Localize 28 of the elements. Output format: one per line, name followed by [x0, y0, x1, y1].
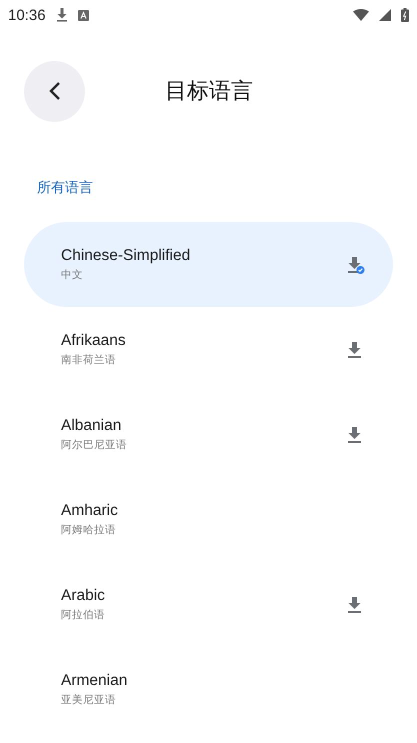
language-name: Amharic	[61, 502, 118, 520]
language-name: Arabic	[61, 587, 105, 605]
downloaded-icon[interactable]	[345, 254, 365, 274]
language-item[interactable]: Armenian 亚美尼亚语	[24, 647, 393, 732]
keyboard-icon	[78, 10, 89, 20]
language-name: Chinese-Simplified	[61, 247, 190, 265]
language-item[interactable]: Arabic 阿拉伯语	[24, 562, 393, 647]
language-item[interactable]: Amharic 阿姆哈拉语	[24, 477, 393, 562]
language-native-name: 中文	[61, 268, 83, 282]
language-native-name: 阿尔巴尼亚语	[61, 438, 127, 452]
language-name: Afrikaans	[61, 332, 126, 350]
wifi-icon	[353, 9, 369, 21]
back-icon	[48, 81, 62, 101]
download-icon	[56, 8, 68, 22]
language-item[interactable]: Afrikaans 南非荷兰语	[24, 307, 393, 392]
language-name: Albanian	[61, 417, 122, 435]
battery-icon	[401, 8, 409, 22]
language-native-name: 南非荷兰语	[61, 353, 116, 367]
language-item[interactable]: Albanian 阿尔巴尼亚语	[24, 392, 393, 477]
language-native-name: 阿姆哈拉语	[61, 523, 116, 537]
language-native-name: 阿拉伯语	[61, 608, 105, 622]
language-name: Armenian	[61, 672, 128, 690]
language-item[interactable]: Chinese-Simplified 中文	[24, 222, 393, 307]
page-title: 目标语言	[165, 77, 253, 105]
section-label: 所有语言	[37, 179, 94, 197]
signal-icon	[379, 9, 391, 21]
status-time: 10:36	[8, 6, 46, 24]
language-native-name: 亚美尼亚语	[61, 693, 116, 707]
